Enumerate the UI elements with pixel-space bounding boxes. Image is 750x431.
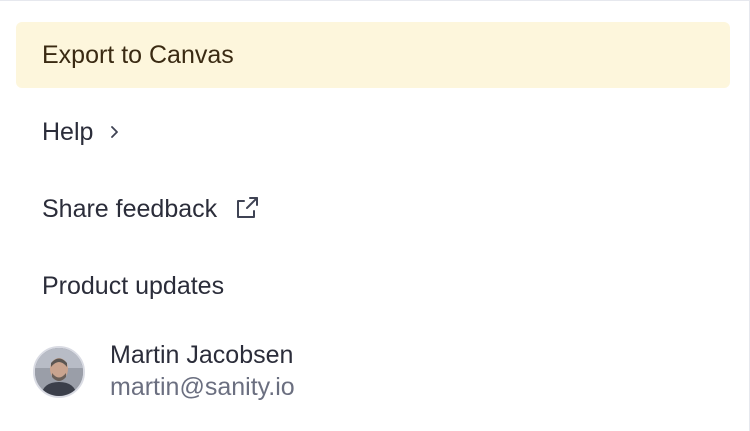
current-user[interactable]: Martin Jacobsen martin@sanity.io — [33, 340, 295, 404]
avatar — [33, 346, 85, 398]
menu-item-label: Help — [42, 117, 94, 146]
menu-item-export-to-canvas[interactable]: Export to Canvas — [16, 22, 730, 88]
chevron-right-icon — [109, 125, 121, 139]
menu-item-product-updates[interactable]: Product updates — [16, 253, 730, 319]
menu-item-label: Product updates — [42, 271, 225, 300]
account-menu-panel: Export to Canvas Help Share feedback Pro… — [0, 0, 750, 431]
user-info: Martin Jacobsen martin@sanity.io — [110, 340, 295, 404]
user-name: Martin Jacobsen — [110, 341, 294, 369]
external-link-icon — [233, 196, 261, 222]
menu-item-help[interactable]: Help — [16, 99, 730, 165]
user-email: martin@sanity.io — [110, 373, 295, 401]
account-menu: Export to Canvas Help Share feedback Pro… — [16, 22, 730, 319]
menu-item-label: Export to Canvas — [42, 40, 234, 69]
menu-item-label: Share feedback — [42, 194, 218, 223]
menu-item-share-feedback[interactable]: Share feedback — [16, 176, 730, 242]
